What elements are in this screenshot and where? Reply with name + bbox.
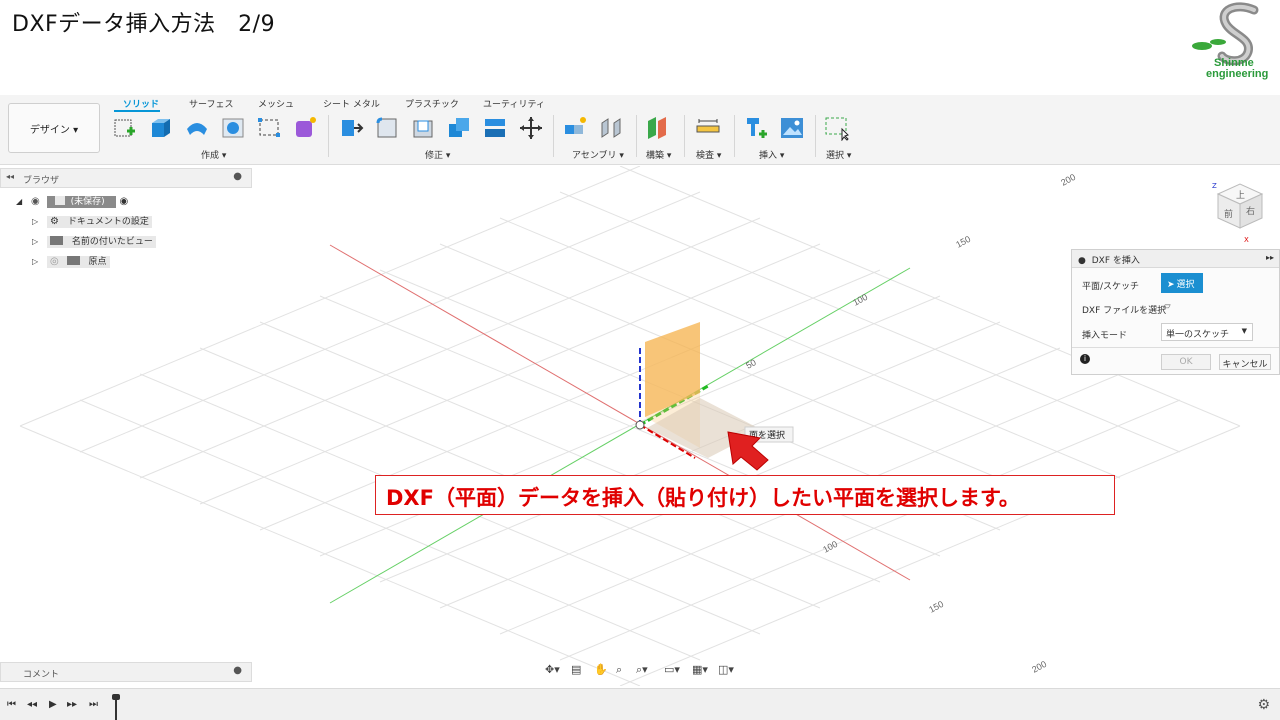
joint-icon[interactable] xyxy=(598,115,624,141)
expand-dialog-icon[interactable]: ▸▸ xyxy=(1266,253,1274,262)
step-forward-icon[interactable]: ▸▸ xyxy=(67,699,77,710)
viewport-canvas[interactable]: 200 150 100 50 100 150 200 面を選択 上 前 右 Z … xyxy=(0,166,1280,686)
timeline-bar: ⏮ ◂◂ ▶ ▸▸ ⏭ ⚙ xyxy=(0,688,1280,720)
insert-mode-dropdown[interactable]: 単一のスケッチ ▼ xyxy=(1161,323,1253,341)
extrude-icon[interactable] xyxy=(148,115,174,141)
zoom-icon[interactable]: ⌕ xyxy=(616,663,622,677)
toolbar: デザイン ▾ ソリッド サーフェス メッシュ シート メタル プラスチック ユー… xyxy=(0,95,1280,165)
form-icon[interactable] xyxy=(292,115,318,141)
logo-line2: engineering xyxy=(1206,68,1269,80)
assemble-group-label[interactable]: アセンブリ ▾ xyxy=(572,148,624,161)
active-tab-indicator xyxy=(114,110,160,112)
tab-surface[interactable]: サーフェス xyxy=(189,97,233,110)
insert-mode-value: 単一のスケッチ xyxy=(1166,330,1230,340)
separator xyxy=(328,115,329,157)
split-body-icon[interactable] xyxy=(482,115,508,141)
tab-utility[interactable]: ユーティリティ xyxy=(483,97,545,110)
chevron-down-icon: ▼ xyxy=(1241,327,1247,335)
axis-label: 200 xyxy=(1030,659,1048,675)
tab-solid[interactable]: ソリッド xyxy=(123,97,159,110)
hole-icon[interactable] xyxy=(220,115,246,141)
axis-label: 200 xyxy=(1059,172,1077,188)
play-icon[interactable]: ▶ xyxy=(49,699,57,710)
step-back-icon[interactable]: ◂◂ xyxy=(27,699,37,710)
axis-tick-labels: 200 150 100 50 100 150 200 xyxy=(744,172,1077,675)
dialog-title: DXF を挿入 xyxy=(1091,256,1140,266)
dxf-insert-dialog: ● DXF を挿入 ▸▸ 平面/スケッチ ➤ 選択 DXF ファイルを選択 ▱ 挿… xyxy=(1071,249,1280,375)
fit-icon[interactable]: ⌕▾ xyxy=(636,663,648,677)
tab-sheet-metal[interactable]: シート メタル xyxy=(323,97,380,110)
cancel-button[interactable]: キャンセル xyxy=(1219,354,1271,370)
tab-mesh[interactable]: メッシュ xyxy=(258,97,294,110)
move-icon[interactable] xyxy=(518,115,544,141)
fillet-icon[interactable] xyxy=(374,115,400,141)
origin-point xyxy=(635,420,645,430)
offset-plane-icon[interactable] xyxy=(645,115,671,141)
rectangle-icon[interactable] xyxy=(256,115,282,141)
select-label: 選択 xyxy=(1176,280,1195,290)
create-group-label[interactable]: 作成 ▾ xyxy=(201,148,226,161)
navigation-bar: ✥▾ ▤ ✋ ⌕ ⌕▾ ▭▾ ▦▾ ◫▾ xyxy=(540,660,740,682)
pan-icon[interactable]: ✋ xyxy=(594,663,608,676)
display-settings-icon[interactable]: ▭▾ xyxy=(664,663,680,676)
separator xyxy=(684,115,685,157)
separator xyxy=(553,115,554,157)
modify-group-label[interactable]: 修正 ▾ xyxy=(425,148,450,161)
workspace-switcher[interactable]: デザイン ▾ xyxy=(8,103,100,153)
dialog-divider xyxy=(1072,347,1279,348)
new-component-icon[interactable] xyxy=(562,115,588,141)
grid-lines xyxy=(19,166,1241,686)
mode-label: 挿入モード xyxy=(1082,331,1128,341)
axis-label: 150 xyxy=(927,599,945,615)
viewports-icon[interactable]: ◫▾ xyxy=(718,663,734,676)
ok-button[interactable]: OK xyxy=(1161,354,1211,370)
cursor-icon: ➤ xyxy=(1167,280,1175,290)
insert-derive-icon[interactable] xyxy=(743,115,769,141)
tab-plastic[interactable]: プラスチック xyxy=(405,97,459,110)
axis-label: 50 xyxy=(744,357,758,371)
timeline-marker[interactable] xyxy=(112,694,120,720)
look-at-icon[interactable]: ▤ xyxy=(571,663,581,676)
axis-label: 100 xyxy=(821,539,839,555)
separator xyxy=(815,115,816,157)
axis-label: 150 xyxy=(954,234,972,250)
press-pull-icon[interactable] xyxy=(338,115,364,141)
insert-image-icon[interactable] xyxy=(779,115,805,141)
viewcube-top: 上 xyxy=(1236,190,1245,201)
select-group-label[interactable]: 選択 ▾ xyxy=(826,148,851,161)
shell-icon[interactable] xyxy=(410,115,436,141)
combine-icon[interactable] xyxy=(446,115,472,141)
go-to-end-icon[interactable]: ⏭ xyxy=(89,699,98,710)
file-label: DXF ファイルを選択 xyxy=(1082,306,1167,316)
inspect-group-label[interactable]: 検査 ▾ xyxy=(696,148,721,161)
viewcube-x: X xyxy=(1244,236,1249,244)
slide-title: DXFデータ挿入方法 2/9 xyxy=(12,12,276,37)
y-axis-line xyxy=(329,267,911,604)
instruction-callout: DXF（平面）データを挿入（貼り付け）したい平面を選択します。 xyxy=(375,475,1115,515)
dialog-header: ● DXF を挿入 ▸▸ xyxy=(1072,250,1279,268)
go-to-start-icon[interactable]: ⏮ xyxy=(7,699,16,710)
selection-box-icon[interactable] xyxy=(824,115,850,141)
view-cube: 上 前 右 Z X xyxy=(1212,182,1264,244)
create-sketch-icon[interactable] xyxy=(112,115,138,141)
viewcube-z: Z xyxy=(1212,182,1217,190)
dialog-collapse-icon[interactable]: ● xyxy=(1078,256,1086,266)
plane-select-button[interactable]: ➤ 選択 xyxy=(1161,273,1203,293)
revolve-icon[interactable] xyxy=(184,115,210,141)
separator xyxy=(636,115,637,157)
axis-label: 100 xyxy=(851,292,869,308)
insert-group-label[interactable]: 挿入 ▾ xyxy=(759,148,784,161)
info-icon[interactable]: i xyxy=(1080,354,1090,364)
open-folder-icon[interactable]: ▱ xyxy=(1163,301,1171,312)
viewcube-right: 右 xyxy=(1246,205,1255,217)
measure-icon[interactable] xyxy=(695,115,721,141)
orbit-icon[interactable]: ✥▾ xyxy=(545,663,560,676)
construct-group-label[interactable]: 構築 ▾ xyxy=(646,148,671,161)
plane-label: 平面/スケッチ xyxy=(1082,282,1140,292)
viewcube-front: 前 xyxy=(1224,208,1233,220)
separator xyxy=(734,115,735,157)
settings-gear-icon[interactable]: ⚙ xyxy=(1257,697,1270,713)
grid-settings-icon[interactable]: ▦▾ xyxy=(692,663,708,676)
